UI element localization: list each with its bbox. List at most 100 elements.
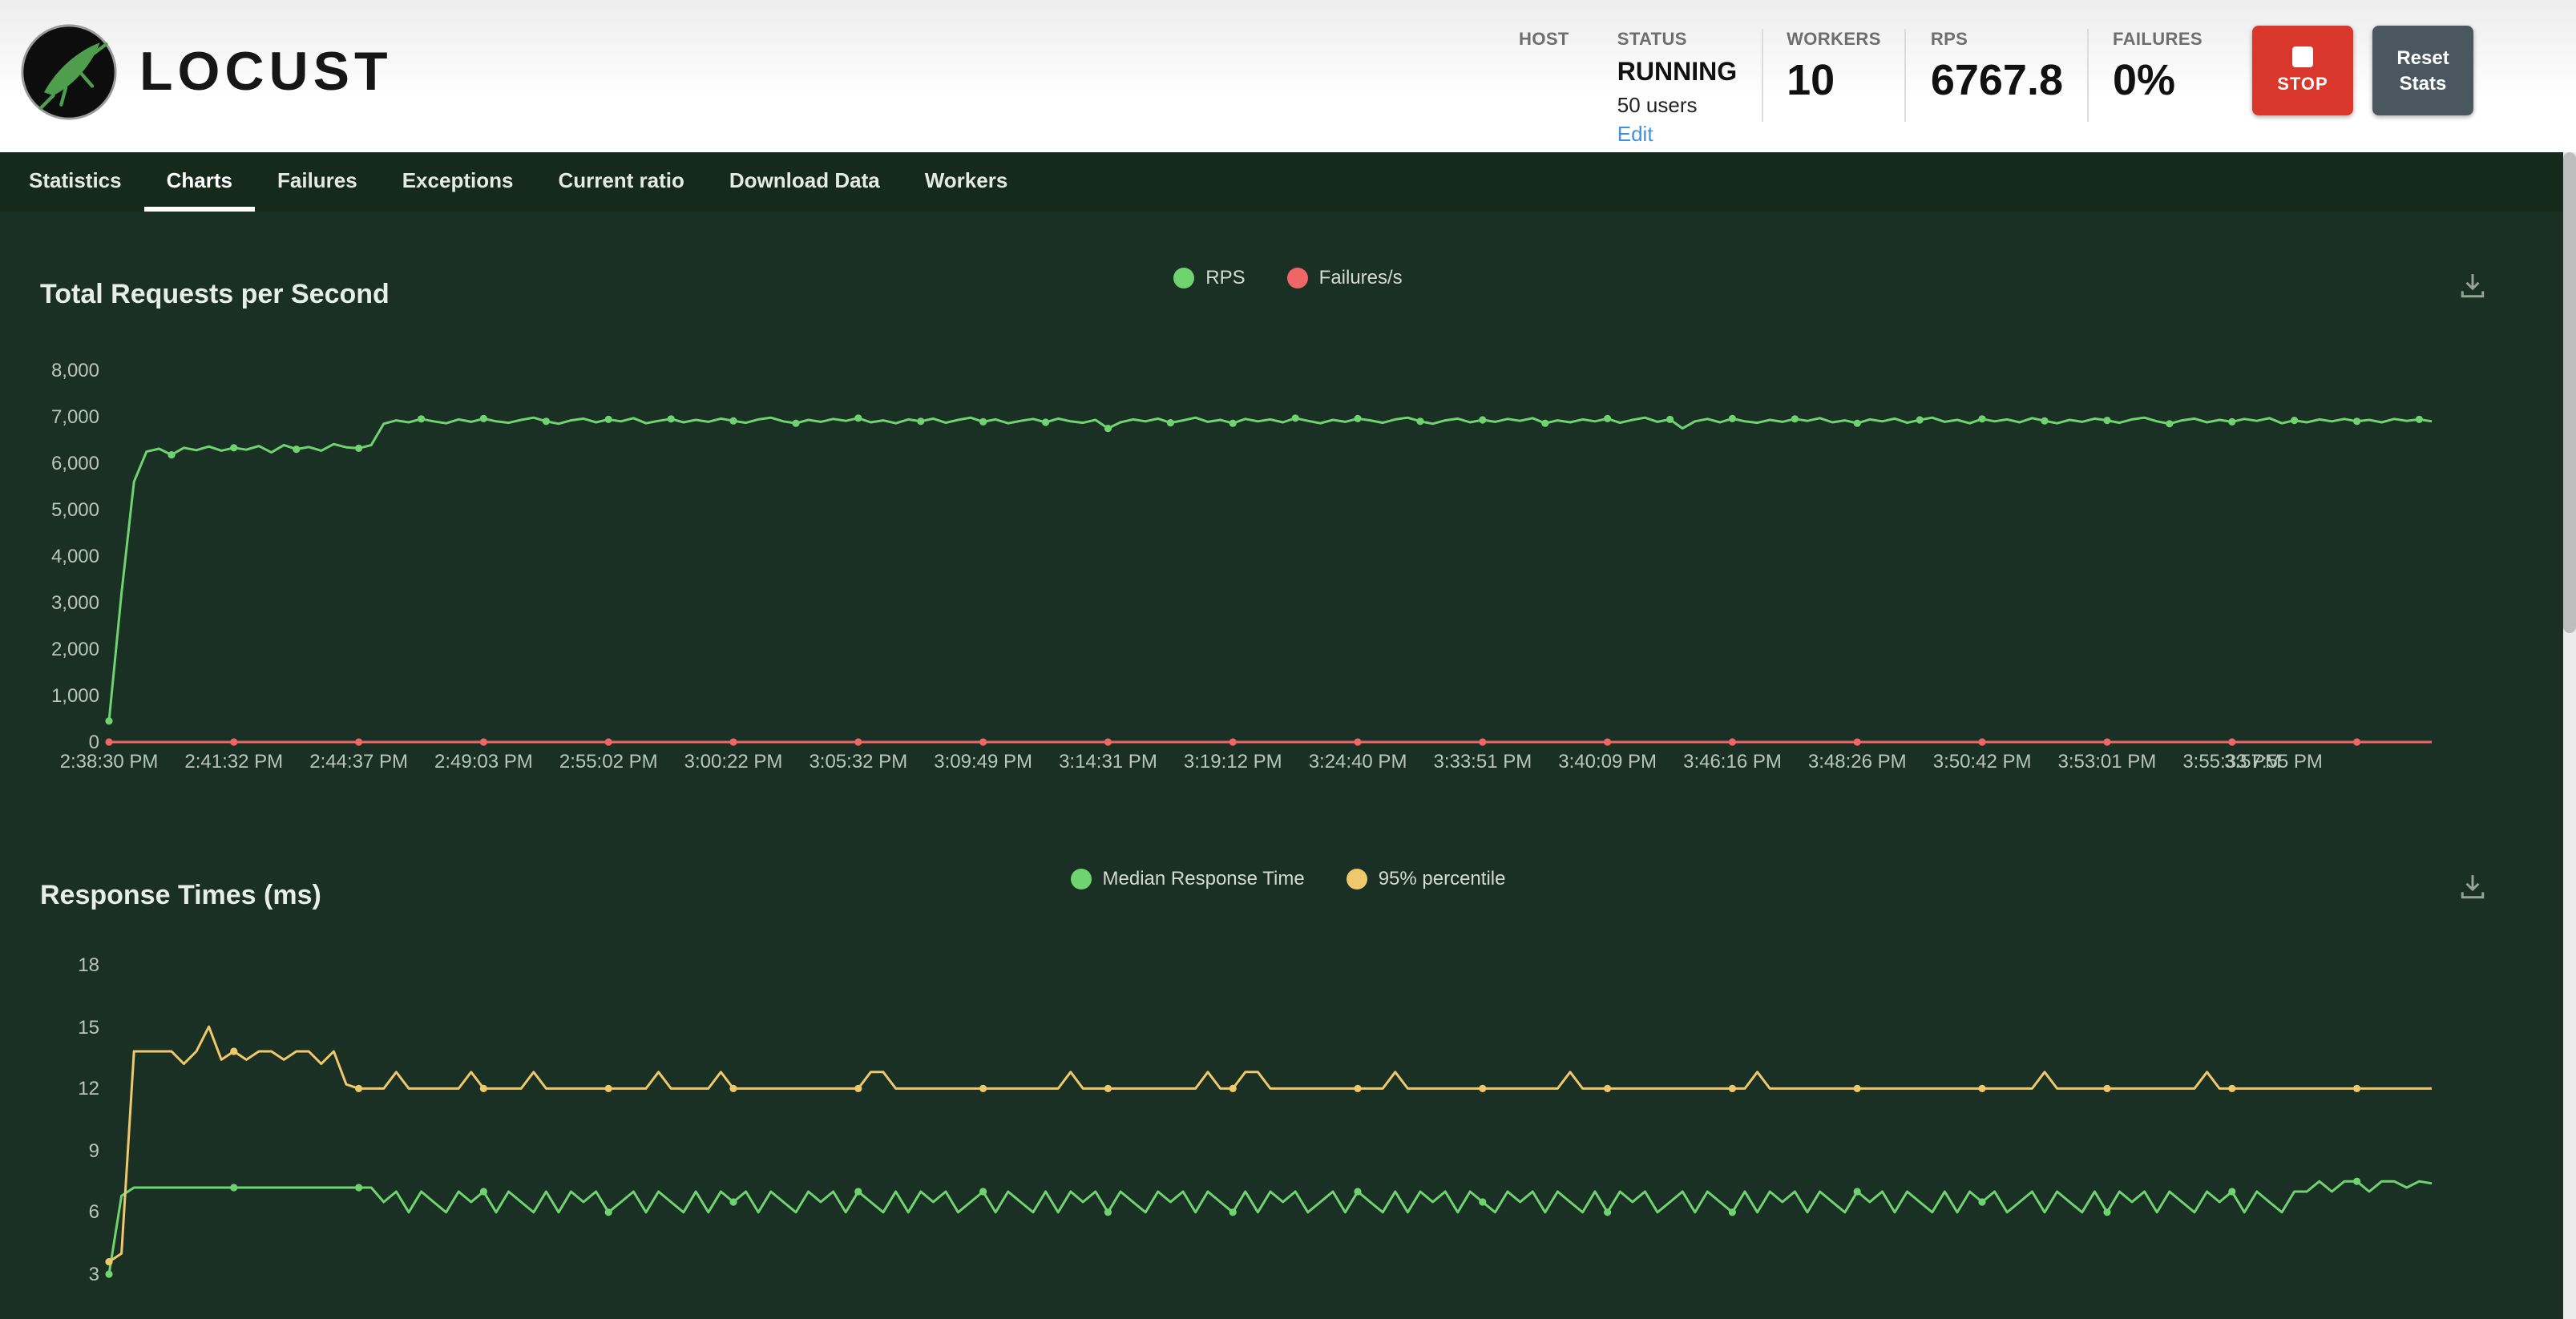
data-point-dot bbox=[105, 1258, 112, 1265]
data-point-dot bbox=[230, 1047, 237, 1055]
percentile-legend-label: 95% percentile bbox=[1379, 867, 1506, 889]
y-axis-label: 6,000 bbox=[0, 452, 99, 474]
tab-current-ratio[interactable]: Current ratio bbox=[535, 152, 706, 212]
edit-link[interactable]: Edit bbox=[1617, 121, 1737, 145]
data-point-dot bbox=[729, 417, 737, 425]
reset-stats-button[interactable]: Reset Stats bbox=[2372, 26, 2473, 115]
data-point-dot bbox=[605, 738, 612, 745]
data-point-dot bbox=[1229, 1085, 1237, 1092]
data-point-dot bbox=[2353, 1085, 2360, 1092]
y-axis-label: 15 bbox=[0, 1015, 99, 1038]
data-point-dot bbox=[480, 1085, 487, 1092]
data-point-dot bbox=[418, 415, 425, 422]
data-point-dot bbox=[480, 738, 487, 745]
tab-charts[interactable]: Charts bbox=[144, 152, 255, 212]
data-point-dot bbox=[1354, 1188, 1361, 1195]
y-axis-label: 1,000 bbox=[0, 684, 99, 707]
data-point-dot bbox=[1229, 738, 1237, 745]
series-line bbox=[109, 1027, 2432, 1261]
main-content: RPS Failures/s Total Requests per Second… bbox=[0, 212, 2576, 1319]
data-point-dot bbox=[230, 444, 237, 451]
scrollbar-track bbox=[2563, 152, 2576, 1319]
stat-rps: RPS 6767.8 bbox=[1907, 26, 2087, 103]
tab-download-data[interactable]: Download Data bbox=[707, 152, 902, 212]
host-label: HOST bbox=[1519, 30, 1569, 50]
reset-stats-label: Reset Stats bbox=[2396, 46, 2449, 95]
data-point-dot bbox=[1104, 738, 1112, 745]
data-point-dot bbox=[2416, 416, 2423, 423]
data-point-dot bbox=[1854, 738, 1861, 745]
data-point-dot bbox=[1916, 416, 1924, 423]
logo: LOCUST bbox=[19, 22, 393, 122]
data-point-dot bbox=[1604, 1085, 1611, 1092]
scrollbar-thumb[interactable] bbox=[2563, 152, 2576, 633]
download-chart-icon[interactable] bbox=[2459, 272, 2486, 300]
data-point-dot bbox=[2228, 418, 2235, 426]
data-point-dot bbox=[355, 445, 362, 452]
logo-text: LOCUST bbox=[139, 41, 393, 103]
data-point-dot bbox=[1167, 419, 1174, 426]
status-user-count: 50 users bbox=[1617, 92, 1737, 116]
data-point-dot bbox=[1354, 738, 1361, 745]
data-point-dot bbox=[2103, 1085, 2110, 1092]
workers-count: 10 bbox=[1787, 59, 1881, 103]
tab-workers[interactable]: Workers bbox=[902, 152, 1031, 212]
data-point-dot bbox=[2228, 738, 2235, 745]
header-stats: HOST STATUS RUNNING 50 users Edit WORKER… bbox=[1495, 26, 2473, 145]
y-axis-label: 2,000 bbox=[0, 638, 99, 660]
stop-button[interactable]: STOP bbox=[2252, 26, 2353, 115]
download-chart-icon[interactable] bbox=[2459, 873, 2486, 901]
stat-host: HOST bbox=[1495, 26, 1593, 59]
data-point-dot bbox=[2103, 738, 2110, 745]
y-axis-label: 8,000 bbox=[0, 359, 99, 381]
failures-label: FAILURES bbox=[2113, 30, 2203, 50]
response-times-chart-panel: Median Response Time 95% percentile Resp… bbox=[0, 841, 2576, 1319]
median-legend-dot-icon bbox=[1071, 868, 1092, 889]
status-value: RUNNING bbox=[1617, 59, 1737, 87]
data-point-dot bbox=[1416, 417, 1423, 425]
stat-status: STATUS RUNNING 50 users Edit bbox=[1593, 26, 1761, 145]
tab-failures[interactable]: Failures bbox=[255, 152, 380, 212]
data-point-dot bbox=[1104, 1208, 1112, 1216]
legend-item-percentile[interactable]: 95% percentile bbox=[1347, 867, 1506, 889]
data-point-dot bbox=[355, 738, 362, 745]
status-label: STATUS bbox=[1617, 30, 1737, 50]
legend-item-failures[interactable]: Failures/s bbox=[1287, 266, 1403, 288]
data-point-dot bbox=[1479, 1085, 1486, 1092]
data-point-dot bbox=[2228, 1085, 2235, 1092]
data-point-dot bbox=[2353, 738, 2360, 745]
data-point-dot bbox=[1604, 738, 1611, 745]
data-point-dot bbox=[729, 1198, 737, 1205]
data-point-dot bbox=[1978, 1198, 1985, 1205]
workers-label: WORKERS bbox=[1787, 30, 1881, 50]
tab-statistics[interactable]: Statistics bbox=[6, 152, 144, 212]
nav-tabs: Statistics Charts Failures Exceptions Cu… bbox=[0, 152, 2576, 212]
data-point-dot bbox=[1104, 425, 1112, 432]
failures-percent: 0% bbox=[2113, 59, 2203, 103]
data-point-dot bbox=[2166, 420, 2173, 427]
data-point-dot bbox=[605, 416, 612, 423]
data-point-dot bbox=[1229, 420, 1237, 427]
data-point-dot bbox=[1354, 1085, 1361, 1092]
y-axis-label: 6 bbox=[0, 1201, 99, 1224]
legend-item-median[interactable]: Median Response Time bbox=[1071, 867, 1305, 889]
rps-chart-plot bbox=[109, 353, 2432, 753]
data-point-dot bbox=[1729, 415, 1736, 422]
rps-label: RPS bbox=[1931, 30, 2063, 50]
data-point-dot bbox=[2103, 417, 2110, 424]
data-point-dot bbox=[2041, 417, 2048, 425]
data-point-dot bbox=[293, 446, 300, 453]
failures-legend-label: Failures/s bbox=[1319, 266, 1403, 288]
data-point-dot bbox=[1666, 416, 1674, 423]
failures-legend-dot-icon bbox=[1287, 267, 1308, 288]
data-point-dot bbox=[230, 738, 237, 745]
rps-value: 6767.8 bbox=[1931, 59, 2063, 103]
data-point-dot bbox=[917, 417, 924, 425]
rps-chart-title: Total Requests per Second bbox=[40, 279, 390, 311]
data-point-dot bbox=[168, 451, 175, 458]
stop-button-label: STOP bbox=[2277, 75, 2328, 95]
data-point-dot bbox=[230, 1184, 237, 1191]
tab-exceptions[interactable]: Exceptions bbox=[380, 152, 536, 212]
legend-item-rps[interactable]: RPS bbox=[1173, 266, 1245, 288]
data-point-dot bbox=[1978, 1085, 1985, 1092]
